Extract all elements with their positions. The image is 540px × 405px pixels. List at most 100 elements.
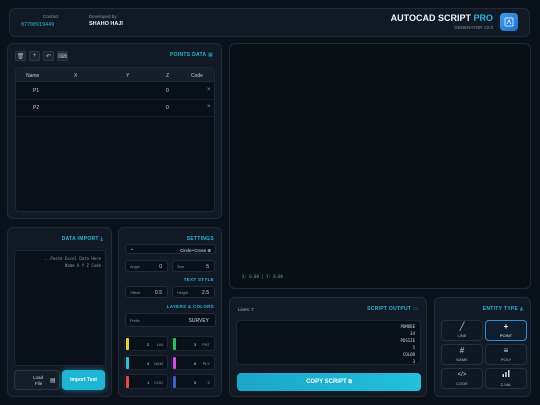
app-title-accent: PRO <box>473 13 493 23</box>
layer-color-number[interactable]: 3 <box>194 342 196 347</box>
load-file-line2: File <box>35 381 43 386</box>
col-z: Z <box>166 72 170 79</box>
entity-label: Z-VAL <box>500 382 512 387</box>
entity-poly-button[interactable]: ≡ POLY <box>485 344 527 365</box>
table-icon: ▦ <box>207 52 213 58</box>
layer-code: LIN <box>156 341 163 347</box>
row-z[interactable]: 0 <box>166 88 169 94</box>
app-logo-icon[interactable] <box>500 13 518 31</box>
entity-label: CODE <box>456 381 468 386</box>
undo-icon[interactable]: ↶ <box>43 51 54 61</box>
angle-value[interactable]: 0 <box>159 264 162 270</box>
text-style-title: TEXT STYLE <box>183 277 214 282</box>
entity-type-panel: ENTITY TYPE ◭ ╱ LINE + POINT # NAME ≡ PO… <box>434 297 531 397</box>
load-file-button[interactable]: Load File ▤ <box>14 370 60 390</box>
layer-color-number[interactable]: 1 <box>147 380 149 385</box>
entity-name-button[interactable]: # NAME <box>441 344 483 365</box>
height-label: Height <box>177 290 188 295</box>
entity-code-button[interactable]: </> CODE <box>441 368 483 389</box>
symbol-value: Circle+Cross ⊕ <box>180 247 211 253</box>
copy-script-button[interactable]: COPY SCRIPT ⧉ <box>237 373 421 391</box>
layer-z[interactable]: 5 Z <box>171 374 215 389</box>
prefix-field[interactable]: Prefix SURVEY <box>125 313 216 327</box>
script-output-text[interactable]: PDMODE 34 PDSIZE 5 COLOR 3 <box>236 320 421 365</box>
offset-value[interactable]: 0.5 <box>155 290 162 296</box>
settings-title: SETTINGS <box>186 236 214 242</box>
entity-label: POLY <box>500 357 512 362</box>
layer-color-swatch[interactable] <box>173 338 176 350</box>
layer-color-number[interactable]: 4 <box>147 361 149 366</box>
layer-name[interactable]: 4 NAM <box>124 355 168 370</box>
layer-poly[interactable]: 6 PLY <box>171 355 215 370</box>
offset-label: Offset <box>130 290 141 295</box>
entity-type-label: ENTITY TYPE <box>482 306 519 312</box>
add-row-icon[interactable]: + <box>29 51 40 61</box>
prefix-value[interactable]: SURVEY <box>189 318 209 324</box>
table-row[interactable]: P2 0 × <box>16 100 214 117</box>
layer-code: PNT <box>202 341 210 347</box>
entity-type-title: ENTITY TYPE ◭ <box>483 306 524 312</box>
layer-color-swatch[interactable] <box>126 357 129 369</box>
drawing-canvas[interactable]: X: 0.00 | Y: 0.00 <box>229 43 531 289</box>
script-line: 3 <box>412 359 415 364</box>
entity-point-button[interactable]: + POINT <box>485 320 527 341</box>
plus-icon: + <box>503 322 509 331</box>
points-data-title: POINTS DATA ▦ <box>170 52 213 58</box>
file-icon: ▤ <box>50 378 56 384</box>
import-text-button[interactable]: Import Text <box>62 370 105 390</box>
layer-color-number[interactable]: 2 <box>147 342 149 347</box>
copy-icon: ⧉ <box>348 379 352 385</box>
prefix-label: Prefix <box>130 318 140 323</box>
layer-color-number[interactable]: 6 <box>194 361 196 366</box>
row-z[interactable]: 0 <box>166 105 169 111</box>
layer-color-number[interactable]: 5 <box>194 380 196 385</box>
layer-line[interactable]: 2 LIN <box>124 336 168 351</box>
bar-chart-icon <box>502 370 510 380</box>
app-title: AUTOCAD SCRIPT PRO <box>391 13 493 23</box>
data-import-label: DATA IMPORT <box>61 236 99 242</box>
script-line: COLOR <box>402 352 415 357</box>
script-output-panel: Lines: 7 SCRIPT OUTPUT ▭ PDMODE 34 PDSIZ… <box>229 297 427 397</box>
slash-icon: ╱ <box>459 322 465 331</box>
delete-icon[interactable]: 🗑 <box>15 51 26 61</box>
code-icon: </> <box>457 372 467 378</box>
layer-color-swatch[interactable] <box>126 338 129 350</box>
col-code: Code <box>191 72 203 79</box>
symbol-select[interactable]: ⌄ Circle+Cross ⊕ <box>125 244 216 254</box>
col-y: Y <box>126 72 130 79</box>
layer-color-swatch[interactable] <box>173 357 176 369</box>
layer-color-swatch[interactable] <box>173 376 176 388</box>
data-import-title: DATA IMPORT ⤓ <box>62 236 103 242</box>
row-delete-icon[interactable]: × <box>207 87 211 93</box>
height-field[interactable]: Height 2.5 <box>172 286 215 298</box>
entity-zval-button[interactable]: Z-VAL <box>485 368 527 389</box>
hash-icon: # <box>459 346 465 355</box>
developer-name: SHAHO HAJI <box>89 21 123 27</box>
angle-field[interactable]: Angle 0 <box>125 260 168 272</box>
height-value[interactable]: 2.5 <box>202 290 209 296</box>
row-delete-icon[interactable]: × <box>207 104 211 110</box>
row-name[interactable]: P1 <box>33 88 39 94</box>
offset-field[interactable]: Offset 0.5 <box>125 286 168 298</box>
settings-panel: SETTINGS ⌄ Circle+Cross ⊕ Angle 0 Size 5… <box>118 227 222 397</box>
contact-value[interactable]: 07700919449 <box>21 22 54 28</box>
layer-color-swatch[interactable] <box>126 376 129 388</box>
terminal-icon: ▭ <box>412 306 418 312</box>
generator-version: GENERATOR V2.0 <box>454 25 493 30</box>
layer-code-layer[interactable]: 1 COD <box>124 374 168 389</box>
keyboard-icon[interactable]: ⌨ <box>57 51 68 61</box>
points-data-label: POINTS DATA <box>170 52 207 58</box>
lines-count: Lines: 7 <box>238 307 254 312</box>
script-line: PDMODE <box>400 324 415 329</box>
size-field[interactable]: Size 5 <box>172 260 215 272</box>
paste-textarea[interactable]: ...Paste Excel Data Here Name X Y Z Code <box>14 250 106 366</box>
col-name: Name <box>26 72 40 79</box>
size-value[interactable]: 5 <box>206 264 209 270</box>
table-row[interactable]: P1 0 × <box>16 83 214 100</box>
chevron-down-icon: ⌄ <box>130 246 135 252</box>
row-name[interactable]: P2 <box>33 105 39 111</box>
layer-point[interactable]: 3 PNT <box>171 336 215 351</box>
script-line: 34 <box>410 331 415 336</box>
script-line: 5 <box>412 345 415 350</box>
entity-line-button[interactable]: ╱ LINE <box>441 320 483 341</box>
